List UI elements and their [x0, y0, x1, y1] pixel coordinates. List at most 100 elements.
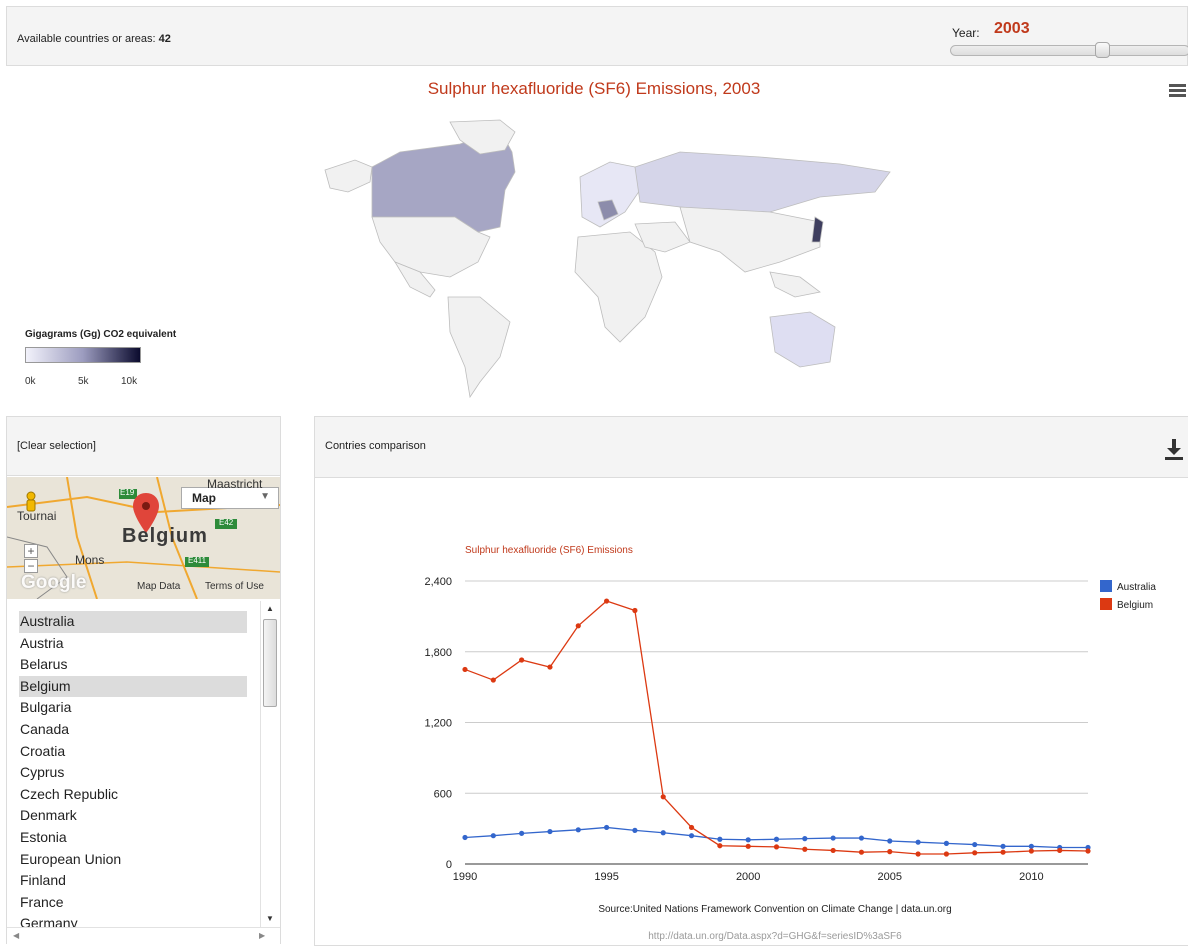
- data-point: [915, 839, 921, 845]
- scroll-down-icon[interactable]: ▼: [261, 911, 279, 927]
- chart-title: Sulphur hexafluoride (SF6) Emissions: [465, 545, 633, 556]
- data-point: [575, 827, 581, 833]
- data-point: [802, 846, 808, 852]
- country-list-item[interactable]: Czech Republic: [19, 784, 247, 806]
- map-label: Maastricht: [207, 477, 263, 491]
- data-point: [519, 657, 525, 663]
- data-point: [603, 598, 610, 604]
- data-point: [575, 623, 581, 629]
- data-point: [547, 664, 553, 670]
- hamburger-menu-icon[interactable]: [1169, 84, 1186, 98]
- data-point: [773, 836, 780, 842]
- data-point: [830, 847, 836, 854]
- map-region-africa: [574, 231, 663, 343]
- data-point: [830, 835, 836, 841]
- data-point: [887, 838, 893, 844]
- map-label: E19: [120, 488, 135, 497]
- legend-tick: 10k: [121, 376, 138, 387]
- country-list-item[interactable]: France: [19, 892, 247, 914]
- scrollbar-thumb[interactable]: [263, 619, 277, 707]
- map-label: E42: [219, 518, 234, 527]
- map-label: E411: [188, 556, 207, 565]
- country-list-item[interactable]: Belgium: [19, 675, 247, 698]
- y-tick-label: 0: [446, 859, 452, 871]
- country-list-item[interactable]: European Union: [19, 849, 247, 871]
- legend-label: Australia: [1117, 582, 1156, 593]
- scroll-right-icon[interactable]: ▶: [259, 931, 265, 940]
- data-point: [632, 607, 638, 614]
- map-region-asia: [679, 206, 821, 273]
- country-list-item[interactable]: Germany: [19, 913, 247, 927]
- horizontal-scrollbar[interactable]: ◀ ▶: [7, 927, 280, 944]
- data-point: [660, 794, 666, 800]
- data-point: [972, 850, 978, 856]
- x-tick-label: 2005: [878, 871, 902, 883]
- vertical-scrollbar[interactable]: ▲ ▼: [260, 601, 279, 927]
- country-selector-panel: [Clear selection] Map ▼ + − Belgium Maas…: [6, 416, 281, 944]
- countries-comparison-panel: Contries comparison Sulphur hexafluoride…: [314, 416, 1188, 946]
- comparison-line-chart: Sulphur hexafluoride (SF6) Emissions 0 600…: [424, 545, 1156, 942]
- data-point: [462, 666, 468, 673]
- data-point: [858, 835, 865, 841]
- year-slider-handle[interactable]: [1095, 42, 1110, 58]
- legend-title: Gigagrams (Gg) CO2 equivalent: [25, 329, 177, 340]
- country-list-item[interactable]: Austria: [19, 633, 247, 655]
- legend-swatch: [1100, 580, 1112, 592]
- year-slider[interactable]: [950, 45, 1188, 56]
- country-list-item[interactable]: Bulgaria: [19, 697, 247, 719]
- available-count: 42: [158, 33, 171, 45]
- legend-swatch: [1100, 598, 1112, 610]
- clear-selection-link[interactable]: [Clear selection]: [17, 440, 96, 452]
- data-point: [1028, 843, 1034, 849]
- year-label: Year:: [952, 26, 980, 40]
- map-label: Tournai: [17, 509, 57, 523]
- map-label: Mons: [75, 553, 105, 567]
- clear-selection-bar: [Clear selection]: [7, 417, 280, 476]
- download-icon[interactable]: [1165, 439, 1183, 461]
- y-tick-label: 2,400: [424, 576, 452, 588]
- data-point: [490, 833, 496, 839]
- country-list-item[interactable]: Canada: [19, 719, 247, 741]
- legend-tick: 5k: [78, 376, 89, 387]
- world-map[interactable]: [300, 112, 900, 402]
- data-point: [462, 834, 468, 841]
- scroll-up-icon[interactable]: ▲: [261, 601, 279, 617]
- data-point: [858, 849, 865, 855]
- country-list-item[interactable]: Estonia: [19, 827, 247, 849]
- zoom-out-button[interactable]: −: [24, 559, 38, 573]
- scroll-left-icon[interactable]: ◀: [13, 931, 19, 940]
- country-list-item[interactable]: Croatia: [19, 741, 247, 763]
- map-region-south-america: [447, 296, 511, 399]
- map-data-link[interactable]: Map Data: [137, 581, 180, 592]
- legend-label: Belgium: [1117, 600, 1153, 611]
- data-point: [1028, 848, 1034, 854]
- data-point: [745, 837, 751, 843]
- data-point: [1057, 847, 1063, 854]
- data-point: [943, 851, 950, 857]
- country-list-item[interactable]: Denmark: [19, 805, 247, 827]
- y-tick-label: 600: [434, 788, 452, 800]
- data-point: [1000, 849, 1006, 855]
- zoom-in-button[interactable]: +: [24, 544, 38, 558]
- terms-of-use-link[interactable]: Terms of Use: [205, 581, 264, 592]
- y-tick-label: 1,800: [424, 647, 452, 659]
- data-point: [717, 836, 723, 842]
- data-point: [802, 836, 808, 842]
- map-title: Sulphur hexafluoride (SF6) Emissions, 20…: [427, 79, 761, 98]
- country-list-item[interactable]: Cyprus: [19, 762, 247, 784]
- x-tick-label: 2010: [1019, 871, 1043, 883]
- series-line-belgium: [464, 600, 1089, 855]
- map-type-value: Map: [192, 491, 216, 505]
- available-countries-text: Available countries or areas: 42: [17, 33, 171, 45]
- google-logo: Google: [21, 572, 87, 593]
- country-list-item[interactable]: Finland: [19, 870, 247, 892]
- data-point: [547, 828, 553, 835]
- data-point: [1000, 843, 1006, 849]
- mini-map[interactable]: Map ▼ + − Belgium Maastricht Tournai Mon…: [7, 477, 280, 599]
- country-list-item[interactable]: Australia: [19, 611, 247, 633]
- data-point: [632, 827, 638, 833]
- country-list[interactable]: Australia Austria Belarus Belgium Bulgaria Ca…: [7, 601, 280, 927]
- available-label: Available countries or areas:: [17, 33, 156, 45]
- country-list-item[interactable]: Belarus: [19, 654, 247, 676]
- data-point: [603, 824, 610, 831]
